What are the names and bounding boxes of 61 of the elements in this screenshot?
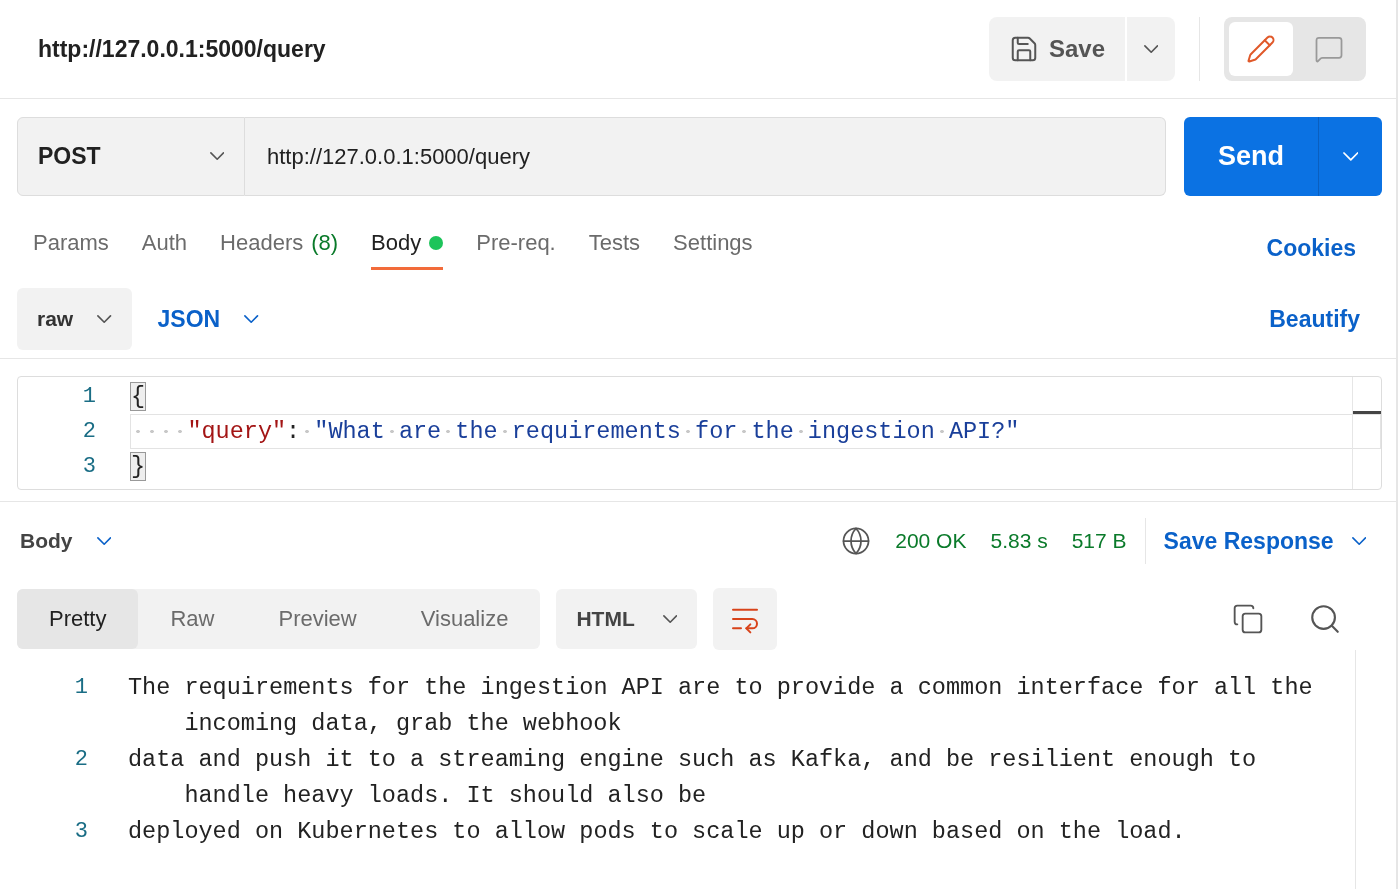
code-string: ingestion xyxy=(807,418,935,445)
view-tab[interactable]: Raw xyxy=(138,589,247,649)
request-tab[interactable]: Tests xyxy=(588,218,641,270)
line-number: 1 xyxy=(81,384,97,409)
view-tab[interactable]: Pretty xyxy=(17,589,139,649)
code-string: requirements xyxy=(511,418,681,445)
body-mode-dropdown[interactable]: raw xyxy=(17,288,132,350)
pencil-icon xyxy=(1246,34,1276,64)
response-section-dropdown[interactable]: Body xyxy=(20,529,111,553)
globe-icon xyxy=(841,526,872,556)
code-bracket: { xyxy=(131,383,146,410)
request-tab[interactable]: Settings xyxy=(673,218,753,270)
code-string: "What xyxy=(314,418,385,445)
request-tab[interactable]: Params xyxy=(33,218,109,270)
line-number: 2 xyxy=(73,746,89,774)
response-format-dropdown[interactable]: HTML xyxy=(556,589,698,649)
method-dropdown[interactable]: POST xyxy=(17,117,245,196)
tab-count: (8) xyxy=(311,229,339,256)
search-icon xyxy=(1308,602,1342,636)
code-string: are xyxy=(398,418,442,445)
code-bracket: } xyxy=(131,453,146,480)
edit-mode-button[interactable] xyxy=(1229,22,1293,76)
chevron-down-icon xyxy=(97,314,112,324)
save-button[interactable]: Save xyxy=(988,17,1125,81)
code-editor[interactable]: 1 { 2 "query": "What are the requirements for the ingestion API?" 3 } xyxy=(17,376,1382,490)
wrap-lines-button[interactable] xyxy=(713,588,778,650)
copy-icon xyxy=(1232,603,1264,635)
status-code: 200 OK xyxy=(895,529,967,553)
url-field[interactable]: http://127.0.0.1:5000/query xyxy=(245,117,1166,196)
response-time: 5.83 s xyxy=(990,529,1048,553)
chevron-down-icon xyxy=(1351,536,1366,546)
code-string: the xyxy=(455,418,498,445)
line-number: 3 xyxy=(81,454,97,479)
chevron-down-icon xyxy=(1143,44,1159,54)
beautify-link[interactable]: Beautify xyxy=(1269,305,1360,333)
view-tab[interactable]: Preview xyxy=(246,589,389,649)
chevron-down-icon xyxy=(209,152,224,161)
view-tab[interactable]: Visualize xyxy=(388,589,541,649)
line-number: 3 xyxy=(73,818,89,846)
response-line: deployed on Kubernetes to allow pods to scale up or down based on the load. xyxy=(128,817,1186,847)
code-string: API?" xyxy=(948,418,1020,445)
request-tab[interactable]: Body xyxy=(371,218,444,270)
chevron-down-icon xyxy=(244,314,259,324)
code-token: : xyxy=(286,418,301,445)
save-response-button[interactable]: Save Response xyxy=(1163,527,1366,555)
line-number: 2 xyxy=(81,419,97,444)
code-string: the xyxy=(751,418,794,445)
line-number: 1 xyxy=(73,674,89,702)
chevron-down-icon xyxy=(662,614,678,624)
response-size: 517 B xyxy=(1071,529,1127,553)
code-token: "query" xyxy=(187,418,287,445)
chevron-down-icon xyxy=(96,536,111,546)
request-title: http://127.0.0.1:5000/query xyxy=(38,35,327,63)
cookies-link[interactable]: Cookies xyxy=(1266,218,1356,278)
chevron-down-icon xyxy=(1342,152,1359,161)
request-tab[interactable]: Pre-req. xyxy=(476,218,556,270)
request-tab[interactable]: Auth xyxy=(141,218,188,270)
code-string: for xyxy=(695,418,738,445)
format-dropdown[interactable]: JSON xyxy=(151,304,265,334)
request-tab[interactable]: Headers (8) xyxy=(220,218,339,270)
comment-icon xyxy=(1314,34,1344,64)
